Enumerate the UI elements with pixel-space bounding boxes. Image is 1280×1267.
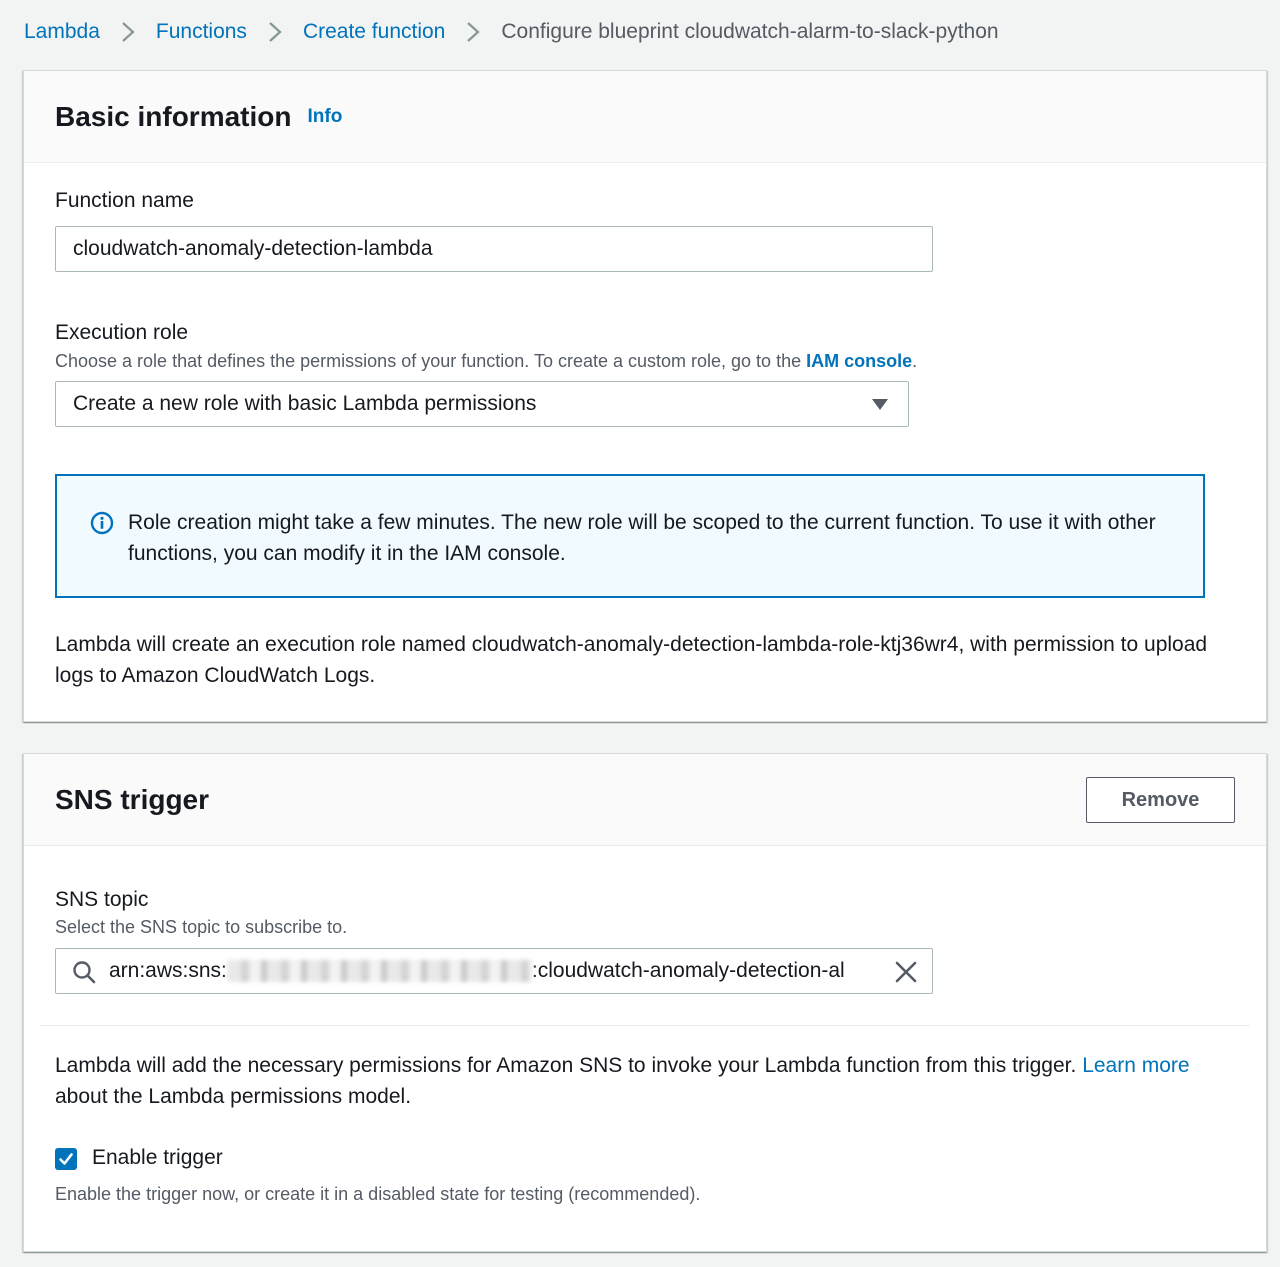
basic-information-header: Basic information Info xyxy=(24,71,1266,163)
sns-trigger-panel: SNS trigger Remove SNS topic Select the … xyxy=(23,753,1267,1252)
function-name-label: Function name xyxy=(55,189,194,212)
sns-trigger-title: SNS trigger xyxy=(55,783,210,815)
sns-topic-description: Select the SNS topic to subscribe to. xyxy=(55,917,348,937)
breadcrumb-lambda-link[interactable]: Lambda xyxy=(24,20,100,44)
sns-trigger-header: SNS trigger Remove xyxy=(24,754,1266,846)
breadcrumb-create-function-link[interactable]: Create function xyxy=(303,20,445,44)
alert-text: Role creation might take a few minutes. … xyxy=(128,511,1156,565)
divider xyxy=(40,1025,1250,1026)
enable-trigger-checkbox[interactable] xyxy=(55,1148,77,1170)
function-name-input[interactable]: cloudwatch-anomaly-detection-lambda xyxy=(55,226,933,272)
chevron-right-icon xyxy=(445,21,501,43)
info-link[interactable]: Info xyxy=(307,106,342,128)
execution-role-label: Execution role xyxy=(55,321,189,344)
close-icon[interactable] xyxy=(894,960,918,984)
basic-information-panel: Basic information Info Function name clo… xyxy=(23,70,1267,722)
chevron-right-icon xyxy=(247,21,303,43)
caret-down-icon xyxy=(872,399,888,410)
execution-role-description: Choose a role that defines the permissio… xyxy=(55,351,918,371)
execution-role-select[interactable]: Create a new role with basic Lambda perm… xyxy=(55,381,909,427)
iam-console-link[interactable]: IAM console xyxy=(806,351,912,371)
role-info-alert: Role creation might take a few minutes. … xyxy=(55,474,1205,598)
function-name-value: cloudwatch-anomaly-detection-lambda xyxy=(73,237,433,260)
basic-information-title: Basic information xyxy=(55,100,292,132)
breadcrumb: Lambda Functions Create function Configu… xyxy=(24,14,999,50)
chevron-right-icon xyxy=(100,21,156,43)
enable-trigger-label[interactable]: Enable trigger xyxy=(92,1146,223,1170)
enable-trigger-description: Enable the trigger now, or create it in … xyxy=(55,1184,701,1204)
sns-topic-value: arn:aws:sns::cloudwatch-anomaly-detectio… xyxy=(109,959,845,982)
redacted-account-id xyxy=(226,960,532,982)
sns-topic-label: SNS topic xyxy=(55,888,149,911)
learn-more-link[interactable]: Learn more xyxy=(1082,1054,1189,1077)
breadcrumb-current: Configure blueprint cloudwatch-alarm-to-… xyxy=(501,20,999,43)
execution-role-note: Lambda will create an execution role nam… xyxy=(55,633,1208,687)
search-icon xyxy=(73,961,96,984)
info-circle-icon xyxy=(90,511,114,535)
remove-button[interactable]: Remove xyxy=(1086,777,1235,823)
checkmark-icon xyxy=(59,1153,73,1165)
sns-topic-search-input[interactable]: arn:aws:sns::cloudwatch-anomaly-detectio… xyxy=(55,948,933,994)
execution-role-selected: Create a new role with basic Lambda perm… xyxy=(73,392,537,415)
sns-permissions-note: Lambda will add the necessary permission… xyxy=(55,1054,1190,1108)
breadcrumb-functions-link[interactable]: Functions xyxy=(156,20,247,44)
